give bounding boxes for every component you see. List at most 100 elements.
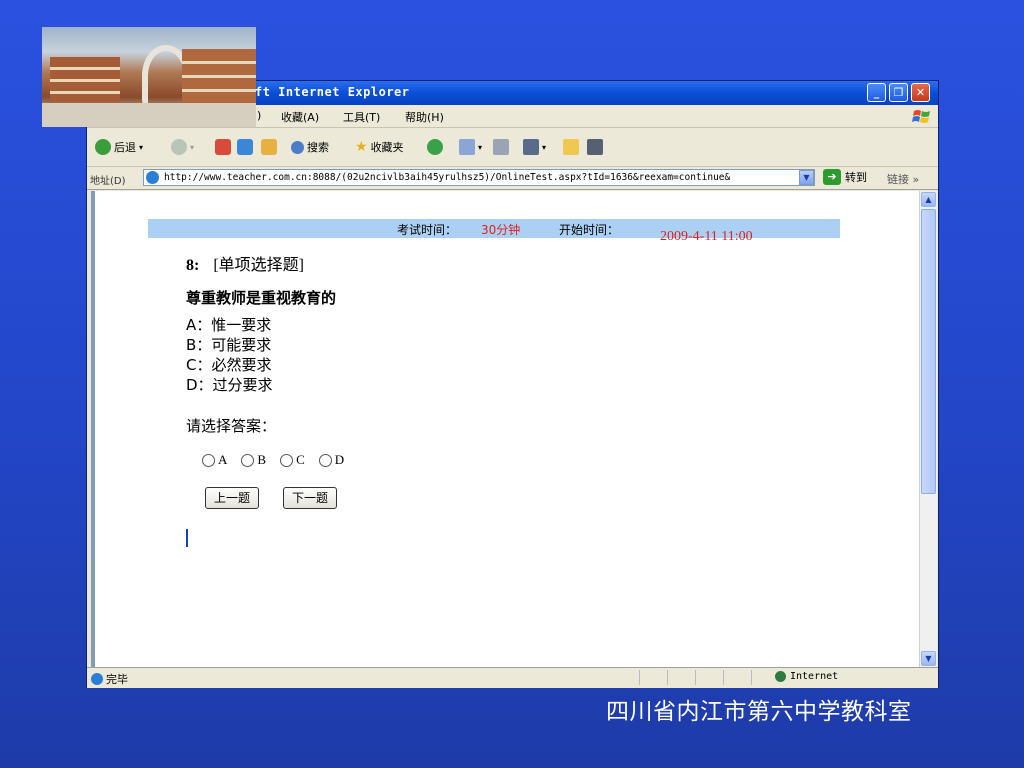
links-button[interactable]: 链接 » [887,171,919,187]
time-label: 考试时间： [397,223,458,237]
close-button[interactable]: ✕ [911,83,930,102]
address-label: 地址(D) [90,176,126,187]
ie-icon [146,171,159,184]
search-icon [291,140,304,154]
go-label: 转到 [845,171,867,184]
menu-item-help[interactable]: 帮助(H) [405,109,444,125]
radio-b[interactable]: B [241,452,266,468]
edit-button[interactable]: ▾ [523,138,546,156]
history-icon [427,139,443,155]
mail-icon [459,139,475,155]
radio-circle[interactable] [280,453,294,467]
home-button[interactable] [261,138,277,156]
scroll-down-button[interactable]: ▼ [921,651,936,666]
stop-icon [215,139,231,155]
status-divider [751,670,752,685]
go-button[interactable]: ➔ 转到 [823,169,867,185]
chevron-down-icon: ▾ [542,142,547,152]
home-icon [261,139,277,155]
option-a: A：惟一要求 [186,316,272,334]
chevron-down-icon: ▾ [190,142,195,152]
menu-item-favorites[interactable]: 收藏(A) [281,109,319,125]
radio-circle[interactable] [241,453,255,467]
status-divider [667,670,668,685]
history-button[interactable] [427,138,443,156]
security-zone: Internet [775,671,838,682]
forward-button[interactable]: ▾ [171,138,194,156]
links-label: 链接 [887,173,909,186]
favorites-button[interactable]: ★ 收藏夹 [355,138,404,156]
window-title: ft Internet Explorer [255,85,410,99]
messenger-icon [587,139,603,155]
question-text: 尊重教师是重视教育的 [186,289,337,307]
vertical-scrollbar[interactable]: ▲ ▼ [919,191,937,667]
minimize-button[interactable]: _ [867,83,886,102]
mail-button[interactable]: ▾ [459,138,482,156]
slide-footer: 四川省内江市第六中学教科室 [606,699,912,725]
radio-d-label: D [334,452,345,467]
url-text: http://www.teacher.com.cn:8088/(02u2nciv… [164,172,731,183]
options-list: A：惟一要求 B：可能要求 C：必然要求 D：过分要求 [186,315,273,395]
print-button[interactable] [493,138,509,156]
radio-c-label: C [296,452,305,467]
status-text: 完毕 [106,673,128,686]
option-b: B：可能要求 [186,336,272,354]
url-dropdown-button[interactable]: ▼ [799,170,814,185]
search-button[interactable]: 搜索 [291,138,329,156]
photo-building-right [182,49,256,104]
address-bar: 地址(D) http://www.teacher.com.cn:8088/(02… [87,167,938,190]
refresh-button[interactable] [237,138,253,156]
status-done: 完毕 [91,671,128,687]
back-button[interactable]: 后退 ▾ [95,138,143,156]
question-header: 8: [单项选择题] [186,251,304,275]
discuss-button[interactable] [563,138,579,156]
back-icon [95,139,111,155]
url-field[interactable]: http://www.teacher.com.cn:8088/(02u2nciv… [143,169,815,186]
refresh-icon [237,139,253,155]
radio-circle[interactable] [202,453,215,467]
back-label: 后退 [114,141,136,154]
page-content: 考试时间： 30分钟 开始时间： 2009-4-11 11:00 8: [单项选择… [91,191,919,667]
forward-icon [171,139,187,155]
search-label: 搜索 [307,141,329,154]
radio-a-label: A [218,452,228,467]
browser-window: ft Internet Explorer _ ❐ ✕ ) 收藏(A) 工具(T)… [86,80,939,688]
photo-building-left [50,57,120,102]
start-label: 开始时间： [559,223,620,237]
print-icon [493,139,509,155]
windows-flag-icon [912,110,930,123]
answer-radio-group: A B C D [202,452,344,468]
radio-c[interactable]: C [280,452,305,468]
radio-circle[interactable] [318,453,332,467]
ie-icon [91,673,103,685]
menu-item-tools[interactable]: 工具(T) [343,109,380,125]
answer-prompt: 请选择答案： [186,417,277,435]
stop-button[interactable] [215,138,231,156]
toolbar: 后退 ▾ ▾ 搜索 ★ 收藏夹 ▾ ▾ [87,128,938,167]
start-value: 2009-4-11 11:00 [660,229,753,244]
question-type: [单项选择题] [213,257,304,274]
globe-icon [775,671,786,682]
text-caret [186,529,188,547]
zone-text: Internet [790,671,839,682]
question-number: 8: [186,257,200,274]
chevron-down-icon: ▾ [478,142,483,152]
maximize-button[interactable]: ❐ [889,83,908,102]
radio-a[interactable]: A [202,452,227,468]
option-c: C：必然要求 [186,356,272,374]
option-d: D：过分要求 [186,376,273,394]
next-question-button[interactable]: 下一题 [283,487,338,509]
go-icon: ➔ [823,169,841,185]
campus-photo [42,27,256,127]
menu-item-partial[interactable]: ) [257,109,261,122]
time-value: 30分钟 [481,223,521,237]
scroll-thumb[interactable] [921,209,936,494]
prev-question-button[interactable]: 上一题 [205,487,260,509]
status-divider [695,670,696,685]
radio-d[interactable]: D [318,452,345,468]
scroll-up-button[interactable]: ▲ [921,192,936,207]
messenger-button[interactable] [587,138,603,156]
photo-plaza [42,103,256,127]
status-bar: 完毕 Internet [87,667,938,688]
chevron-down-icon: ▾ [139,142,144,152]
